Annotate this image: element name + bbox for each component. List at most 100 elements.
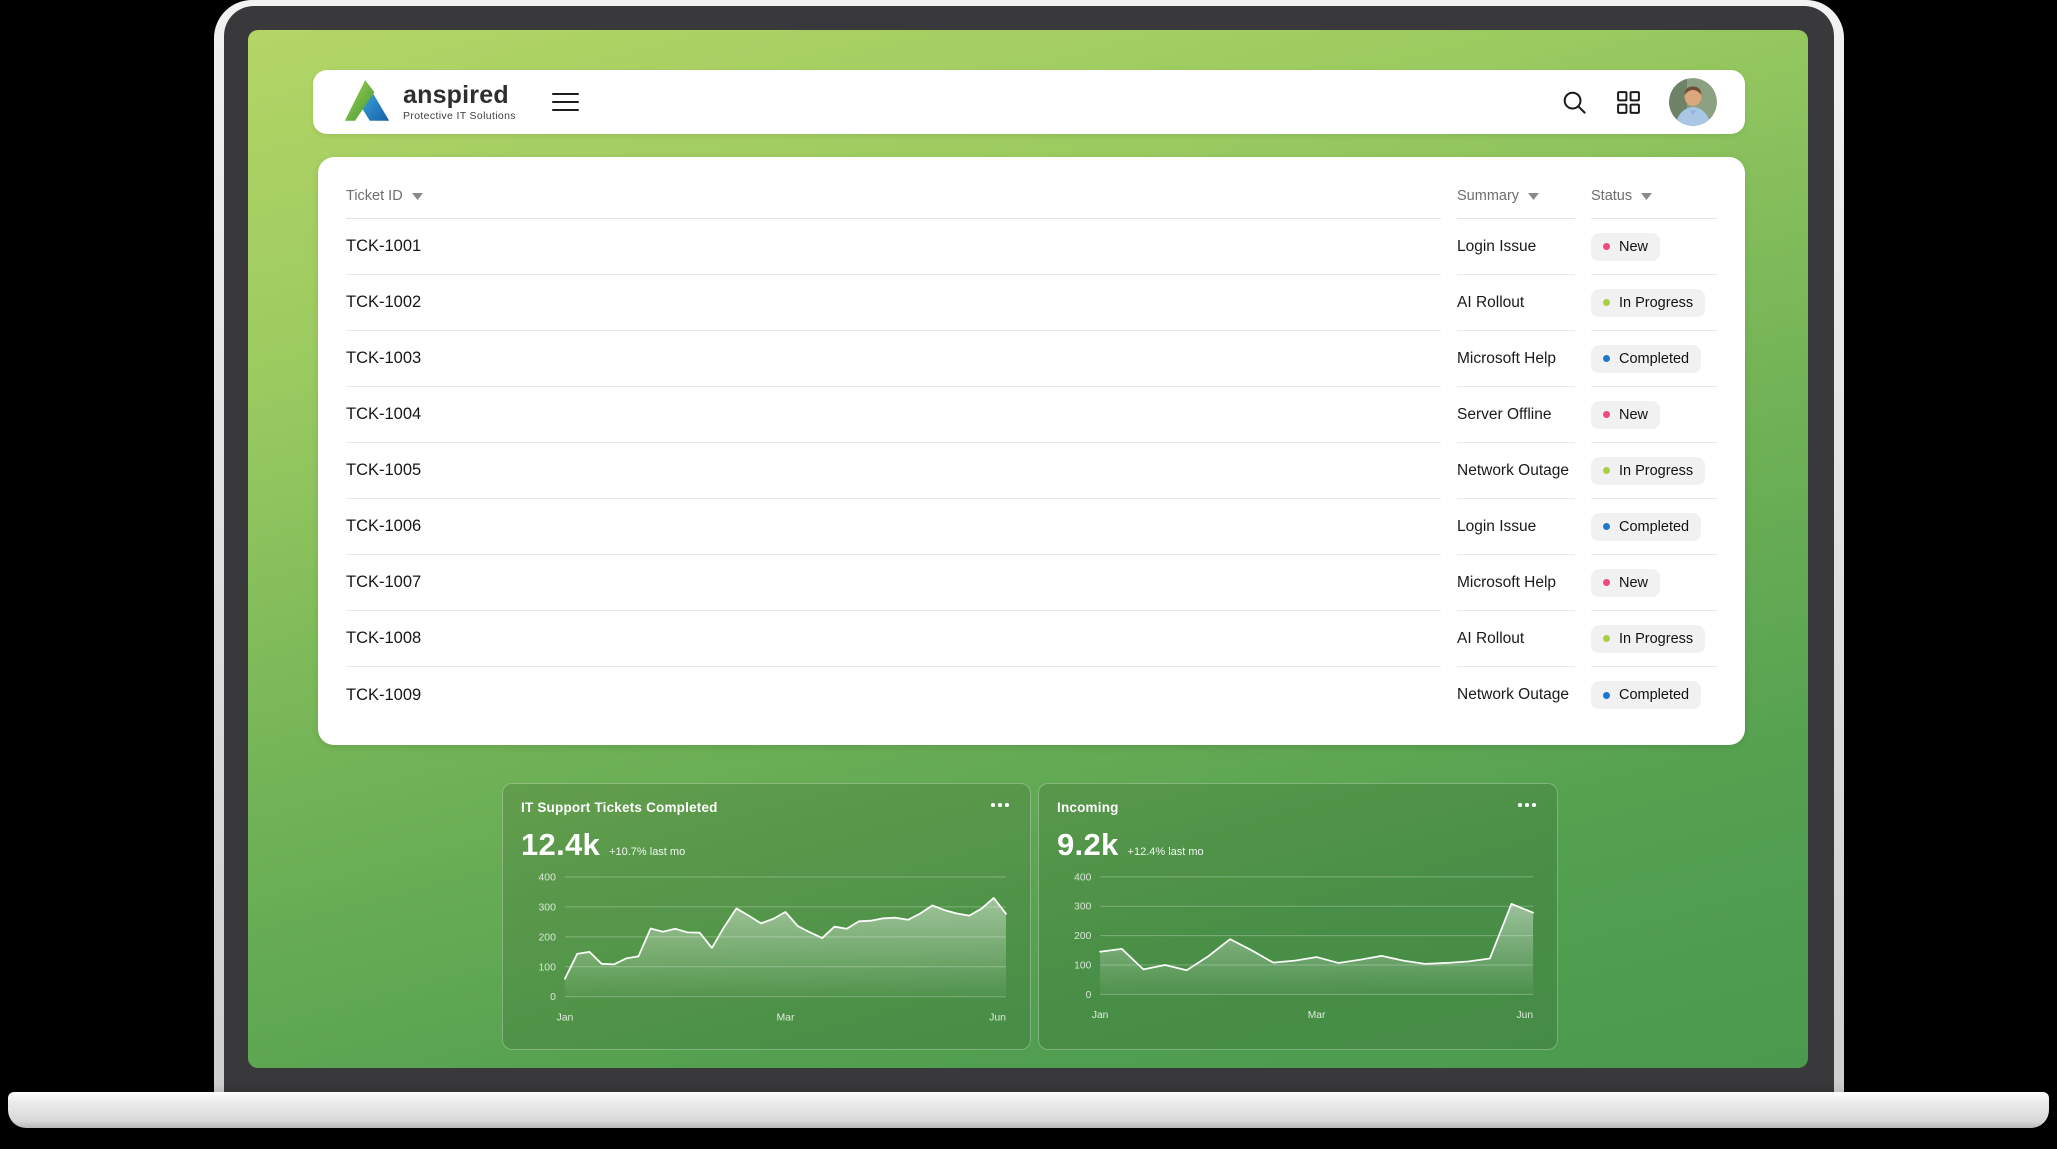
user-avatar[interactable] [1669, 78, 1717, 126]
status-label: In Progress [1619, 463, 1693, 479]
summary-cell: Network Outage [1457, 667, 1575, 723]
status-dot-icon [1603, 411, 1610, 418]
header-actions [1561, 78, 1745, 126]
status-cell: Completed [1591, 331, 1717, 387]
status-label: New [1619, 407, 1648, 423]
sort-icon [1528, 192, 1539, 200]
ticket-id-cell: TCK-1009 [346, 667, 1441, 723]
status-label: In Progress [1619, 631, 1693, 647]
summary-cell: AI Rollout [1457, 611, 1575, 667]
svg-text:Mar: Mar [776, 1013, 795, 1024]
apps-grid-icon[interactable] [1616, 90, 1641, 115]
chart-kpi-delta: +10.7% last mo [609, 846, 685, 858]
laptop-base [8, 1092, 2049, 1128]
status-dot-icon [1603, 243, 1610, 250]
hamburger-menu-icon[interactable] [548, 89, 583, 116]
search-icon[interactable] [1561, 89, 1588, 116]
status-badge: New [1591, 569, 1660, 597]
summary-cell: Microsoft Help [1457, 331, 1575, 387]
status-label: New [1619, 239, 1648, 255]
table-row[interactable]: TCK-1006 Login Issue Completed [346, 499, 1717, 555]
svg-text:200: 200 [538, 932, 556, 943]
app-header: anspired Protective IT Solutions [313, 70, 1745, 134]
status-dot-icon [1603, 635, 1610, 642]
status-dot-icon [1603, 467, 1610, 474]
status-cell: In Progress [1591, 275, 1717, 331]
area-chart: 0100200300400JanMarJun [521, 869, 1012, 1029]
status-badge: Completed [1591, 345, 1701, 373]
svg-text:0: 0 [550, 992, 556, 1003]
table-row[interactable]: TCK-1001 Login Issue New [346, 219, 1717, 275]
status-cell: Completed [1591, 499, 1717, 555]
status-badge: Completed [1591, 681, 1701, 709]
summary-cell: Network Outage [1457, 443, 1575, 499]
card-menu-ellipsis-icon[interactable] [988, 800, 1012, 810]
status-label: Completed [1619, 687, 1689, 703]
sort-icon [1641, 192, 1652, 200]
table-row[interactable]: TCK-1005 Network Outage In Progress [346, 443, 1717, 499]
brand-logo[interactable]: anspired Protective IT Solutions [343, 77, 516, 127]
status-label: In Progress [1619, 295, 1693, 311]
svg-text:400: 400 [538, 872, 556, 883]
brand-mark-icon [343, 77, 391, 127]
column-label: Summary [1457, 188, 1519, 204]
ticket-id-cell: TCK-1004 [346, 387, 1441, 443]
status-dot-icon [1603, 523, 1610, 530]
table-body: TCK-1001 Login Issue New TCK-1002 AI Rol… [346, 219, 1717, 723]
chart-title: Incoming [1057, 800, 1119, 815]
status-badge: In Progress [1591, 289, 1705, 317]
area-chart: 0100200300400JanMarJun [1057, 869, 1539, 1026]
status-badge: New [1591, 233, 1660, 261]
svg-text:300: 300 [1074, 902, 1091, 913]
table-row[interactable]: TCK-1004 Server Offline New [346, 387, 1717, 443]
status-cell: In Progress [1591, 443, 1717, 499]
screen: anspired Protective IT Solutions [248, 30, 1808, 1068]
svg-text:100: 100 [1074, 960, 1091, 971]
status-label: Completed [1619, 351, 1689, 367]
svg-text:Jun: Jun [989, 1013, 1006, 1024]
column-header-ticket-id[interactable]: Ticket ID [346, 173, 1441, 219]
ticket-id-cell: TCK-1003 [346, 331, 1441, 387]
svg-text:200: 200 [1074, 931, 1091, 942]
chart-card-incoming: Incoming 9.2k +12.4% last mo 01002003004… [1038, 783, 1558, 1050]
ticket-id-cell: TCK-1006 [346, 499, 1441, 555]
column-label: Ticket ID [346, 188, 403, 204]
table-row[interactable]: TCK-1008 AI Rollout In Progress [346, 611, 1717, 667]
chart-title: IT Support Tickets Completed [521, 800, 718, 815]
table-row[interactable]: TCK-1009 Network Outage Completed [346, 667, 1717, 723]
card-menu-ellipsis-icon[interactable] [1515, 800, 1539, 810]
status-dot-icon [1603, 579, 1610, 586]
status-dot-icon [1603, 692, 1610, 699]
ticket-id-cell: TCK-1002 [346, 275, 1441, 331]
chart-kpi-delta: +12.4% last mo [1128, 846, 1204, 858]
status-label: New [1619, 575, 1648, 591]
svg-text:Jan: Jan [1092, 1010, 1109, 1021]
table-row[interactable]: TCK-1003 Microsoft Help Completed [346, 331, 1717, 387]
status-cell: Completed [1591, 667, 1717, 723]
summary-cell: Server Offline [1457, 387, 1575, 443]
status-cell: New [1591, 387, 1717, 443]
ticket-id-cell: TCK-1005 [346, 443, 1441, 499]
laptop-mockup: anspired Protective IT Solutions [0, 0, 2057, 1149]
status-dot-icon [1603, 355, 1610, 362]
svg-text:0: 0 [1086, 990, 1092, 1001]
svg-text:Jan: Jan [556, 1013, 573, 1024]
chart-card-completed: IT Support Tickets Completed 12.4k +10.7… [502, 783, 1031, 1050]
column-header-status[interactable]: Status [1591, 173, 1717, 219]
tickets-table-card: Ticket ID Summary Status TCK-1001 Login … [318, 157, 1745, 745]
status-cell: In Progress [1591, 611, 1717, 667]
svg-text:400: 400 [1074, 872, 1091, 883]
column-label: Status [1591, 188, 1632, 204]
status-dot-icon [1603, 299, 1610, 306]
summary-cell: Login Issue [1457, 219, 1575, 275]
brand-tagline: Protective IT Solutions [403, 111, 516, 122]
svg-text:Jun: Jun [1517, 1010, 1534, 1021]
table-header-row: Ticket ID Summary Status [346, 173, 1717, 219]
table-row[interactable]: TCK-1002 AI Rollout In Progress [346, 275, 1717, 331]
status-cell: New [1591, 219, 1717, 275]
summary-cell: AI Rollout [1457, 275, 1575, 331]
svg-text:100: 100 [538, 962, 556, 973]
table-row[interactable]: TCK-1007 Microsoft Help New [346, 555, 1717, 611]
column-header-summary[interactable]: Summary [1457, 173, 1575, 219]
ticket-id-cell: TCK-1001 [346, 219, 1441, 275]
